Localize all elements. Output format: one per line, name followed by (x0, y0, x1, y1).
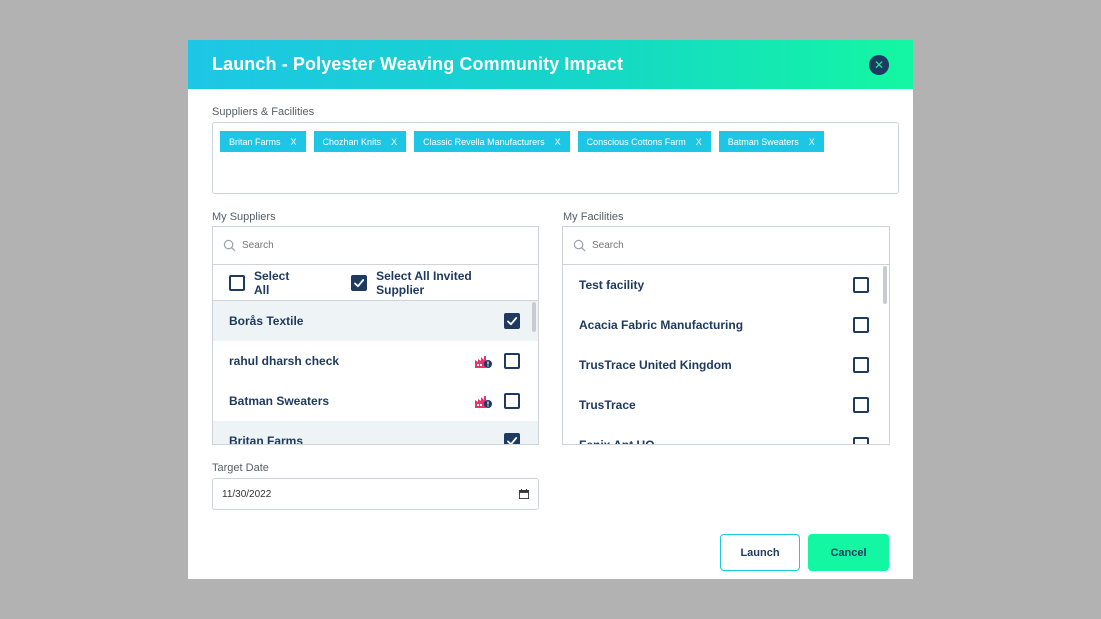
tag-remove-button[interactable]: X (696, 137, 702, 147)
supplier-row[interactable]: Britan Farms (213, 421, 538, 445)
cancel-button[interactable]: Cancel (808, 534, 889, 571)
supplier-row-actions (504, 433, 520, 444)
supplier-checkbox[interactable] (504, 313, 520, 329)
select-all-option[interactable]: Select All (229, 269, 307, 297)
modal-header: Launch - Polyester Weaving Community Imp… (188, 40, 913, 89)
facility-checkbox[interactable] (853, 437, 869, 444)
facility-name: Test facility (579, 278, 645, 292)
facility-name: Fenix Apt UO (579, 438, 655, 445)
supplier-row[interactable]: rahul dharsh check (213, 341, 538, 381)
facilities-search-row (563, 227, 889, 265)
facility-row[interactable]: TrusTrace (563, 385, 889, 425)
suppliers-list: Borås Textile rahul dharsh check Batman Sw… (213, 301, 538, 445)
supplier-row-actions (474, 353, 520, 369)
target-date-label: Target Date (212, 462, 269, 474)
facility-row[interactable]: TrusTrace United Kingdom (563, 345, 889, 385)
search-icon (223, 239, 236, 252)
suppliers-search-input[interactable] (242, 240, 517, 251)
facility-name: TrusTrace (579, 398, 636, 412)
tag-label: Conscious Cottons Farm (586, 136, 686, 147)
facility-row[interactable]: Test facility (563, 265, 889, 305)
select-all-invited-option[interactable]: Select All Invited Supplier (351, 269, 522, 297)
facility-checkbox[interactable] (853, 397, 869, 413)
facility-alert-icon (475, 355, 492, 368)
search-icon (573, 239, 586, 252)
tag-remove-button[interactable]: X (391, 137, 397, 147)
facilities-panel: Test facility Acacia Fabric Manufacturing… (562, 226, 890, 445)
tag-label: Batman Sweaters (727, 136, 799, 147)
calendar-icon[interactable] (519, 489, 529, 499)
facility-checkbox[interactable] (853, 317, 869, 333)
close-icon[interactable]: ✕ (869, 54, 889, 75)
selected-tag: Chozhan Knits X (313, 131, 407, 152)
my-facilities-label: My Facilities (563, 211, 624, 223)
supplier-row-actions (474, 393, 520, 409)
select-all-checkbox[interactable] (229, 274, 245, 291)
launch-button[interactable]: Launch (720, 534, 800, 571)
launch-modal: Launch - Polyester Weaving Community Imp… (188, 40, 913, 579)
tag-remove-button[interactable]: X (555, 137, 561, 147)
supplier-name: rahul dharsh check (229, 354, 340, 368)
suppliers-scrollbar[interactable] (532, 302, 536, 332)
select-all-invited-checkbox[interactable] (351, 274, 368, 291)
tag-label: Classic Revella Manufacturers (423, 136, 545, 147)
tag-label: Britan Farms (229, 136, 281, 147)
supplier-checkbox[interactable] (504, 433, 520, 444)
facility-name: TrusTrace United Kingdom (579, 358, 732, 372)
supplier-row[interactable]: Borås Textile (213, 301, 538, 341)
select-all-label: Select All (254, 268, 290, 297)
supplier-row-actions (504, 313, 520, 329)
tag-remove-button[interactable]: X (809, 137, 815, 147)
facility-checkbox[interactable] (853, 277, 869, 293)
facility-row[interactable]: Acacia Fabric Manufacturing (563, 305, 889, 345)
facility-row[interactable]: Fenix Apt UO (563, 425, 889, 445)
my-suppliers-label: My Suppliers (212, 211, 276, 223)
supplier-name: Batman Sweaters (229, 394, 330, 408)
suppliers-select-row: Select All Select All Invited Supplier (213, 265, 538, 301)
selected-tag: Conscious Cottons Farm X (577, 131, 711, 152)
selected-tags-box[interactable]: Britan Farms X Chozhan Knits X Classic Revel… (212, 122, 899, 194)
suppliers-facilities-label: Suppliers & Facilities (212, 106, 315, 118)
tag-remove-button[interactable]: X (291, 137, 297, 147)
supplier-checkbox[interactable] (504, 393, 520, 409)
facilities-list: Test facility Acacia Fabric Manufacturing… (563, 265, 889, 445)
supplier-name: Borås Textile (229, 314, 304, 328)
selected-tag: Batman Sweaters X (718, 131, 824, 152)
suppliers-panel: Select All Select All Invited Supplier B… (212, 226, 539, 445)
supplier-name: Britan Farms (229, 434, 304, 445)
target-date-value: 11/30/2022 (222, 488, 272, 500)
supplier-checkbox[interactable] (504, 353, 520, 369)
facility-alert-icon (475, 395, 492, 408)
facility-checkbox[interactable] (853, 357, 869, 373)
facilities-scrollbar[interactable] (883, 266, 887, 304)
target-date-input[interactable]: 11/30/2022 (212, 478, 539, 510)
selected-tag: Britan Farms X (220, 131, 306, 152)
facilities-search-input[interactable] (592, 240, 868, 251)
modal-title: Launch - Polyester Weaving Community Imp… (212, 54, 624, 74)
suppliers-search-row (213, 227, 538, 265)
supplier-row[interactable]: Batman Sweaters (213, 381, 538, 421)
tag-label: Chozhan Knits (322, 136, 382, 147)
select-all-invited-label: Select All Invited Supplier (376, 268, 472, 297)
selected-tag: Classic Revella Manufacturers X (414, 131, 570, 152)
facility-name: Acacia Fabric Manufacturing (579, 318, 744, 332)
